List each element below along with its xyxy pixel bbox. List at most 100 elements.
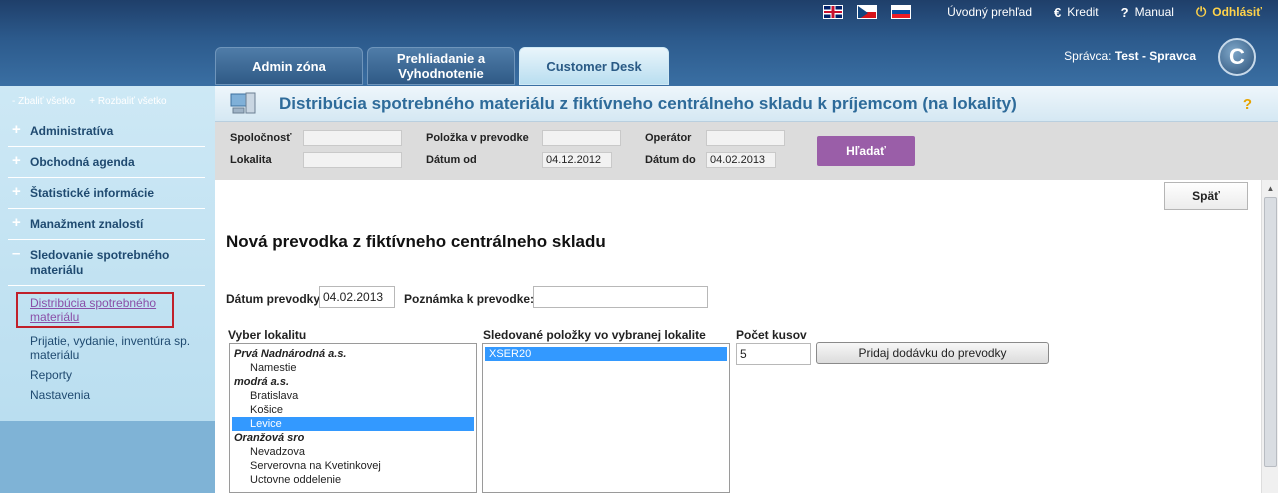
credit-link-label: Kredit <box>1067 5 1099 19</box>
admin-label: Správca: <box>1064 49 1112 63</box>
form-area: Späť Nová prevodka z fiktívneho centráln… <box>215 180 1261 493</box>
header: Úvodný prehľad € Kredit ? Manual ⏻ Odhlá… <box>0 0 1278 86</box>
company-field[interactable] <box>303 130 402 146</box>
location-field[interactable] <box>303 152 402 168</box>
note-label: Poznámka k prevodke: <box>404 292 535 306</box>
sidebar-subitems: Distribúcia spotrebného materiálu Prijat… <box>0 286 215 402</box>
tab-admin-zone[interactable]: Admin zóna <box>215 47 363 85</box>
search-button-label: Hľadať <box>846 144 886 158</box>
item-label: Položka v prevodke <box>426 132 529 144</box>
euro-icon: € <box>1054 4 1062 20</box>
tab-customer-desk-label: Customer Desk <box>546 58 642 74</box>
expand-collapse-row: - Zbaliť všetko + Rozbaliť všetko <box>0 86 215 116</box>
transfer-date-input[interactable]: 04.02.2013 <box>319 286 395 308</box>
list-item[interactable]: Bratislava <box>230 389 476 403</box>
logout-link[interactable]: ⏻ Odhlásiť <box>1196 4 1262 20</box>
sidebar-footer <box>0 421 215 493</box>
sidebar-item-administration[interactable]: + Administratíva <box>8 116 205 147</box>
date-from-field[interactable]: 04.12.2012 <box>542 152 612 168</box>
plus-icon: + <box>12 152 21 169</box>
choose-location-label: Vyber lokalitu <box>228 328 307 342</box>
manual-link-label: Manual <box>1134 5 1174 19</box>
overview-link[interactable]: Úvodný prehľad <box>947 5 1032 19</box>
sidebar-item-business[interactable]: + Obchodná agenda <box>8 147 205 178</box>
sidebar-item-statistics[interactable]: + Štatistické informácie <box>8 178 205 209</box>
sidebar-subitem-settings[interactable]: Nastavenia <box>30 388 215 402</box>
plus-icon: + <box>12 121 21 138</box>
admin-name: Test - Spravca <box>1114 49 1196 63</box>
logo-letter: C <box>1229 44 1245 69</box>
list-item[interactable]: Serverovna na Kvetinkovej <box>230 459 476 473</box>
date-to-field[interactable]: 04.02.2013 <box>706 152 776 168</box>
tab-admin-zone-label: Admin zóna <box>252 58 326 74</box>
list-item[interactable]: Prvá Nadnárodná a.s. <box>230 347 476 361</box>
tracked-items-list[interactable]: XSER20 <box>482 343 730 493</box>
list-item[interactable]: XSER20 <box>485 347 727 361</box>
sidebar-subitem-distribution[interactable]: Distribúcia spotrebného materiálu <box>16 292 174 328</box>
scrollbar-thumb[interactable] <box>1264 197 1277 467</box>
sidebar-subitem-receipt[interactable]: Prijatie, vydanie, inventúra sp. materiá… <box>30 334 200 362</box>
list-item[interactable]: Oranžová sro <box>230 431 476 445</box>
sidebar-item-label: Štatistické informácie <box>30 186 155 200</box>
sidebar-item-knowledge[interactable]: + Manažment znalostí <box>8 209 205 240</box>
tracked-items-label: Sledované položky vo vybranej lokalite <box>483 328 706 342</box>
logout-link-label: Odhlásiť <box>1212 5 1262 19</box>
admin-info: Správca: Test - Spravca <box>1064 49 1196 63</box>
note-input[interactable] <box>533 286 708 308</box>
add-delivery-button[interactable]: Pridaj dodávku do prevodky <box>816 342 1049 364</box>
top-bar: Úvodný prehľad € Kredit ? Manual ⏻ Odhlá… <box>823 2 1278 22</box>
sidebar-item-label: Obchodná agenda <box>30 155 135 169</box>
operator-field[interactable] <box>706 130 785 146</box>
vertical-scrollbar[interactable]: ▲ <box>1261 180 1278 493</box>
list-item[interactable]: Uctovne oddelenie <box>230 473 476 487</box>
list-item[interactable]: Levice <box>232 417 474 431</box>
minus-icon: – <box>12 245 21 262</box>
manual-link[interactable]: ? Manual <box>1121 5 1174 20</box>
section-title: Nová prevodka z fiktívneho centrálneho s… <box>226 232 606 251</box>
credit-link[interactable]: € Kredit <box>1054 5 1099 20</box>
plus-icon: + <box>12 183 21 200</box>
date-from-label: Dátum od <box>426 154 477 166</box>
item-field[interactable] <box>542 130 621 146</box>
date-to-label: Dátum do <box>645 154 696 166</box>
list-item[interactable]: Namestie <box>230 361 476 375</box>
add-delivery-button-label: Pridaj dodávku do prevodky <box>858 346 1007 360</box>
app-logo-icon: C <box>1218 38 1256 76</box>
operator-label: Operátor <box>645 132 692 144</box>
sidebar-item-label: Sledovanie spotrebného materiálu <box>30 248 170 277</box>
list-item[interactable]: modrá a.s. <box>230 375 476 389</box>
page-header: Distribúcia spotrebného materiálu z fikt… <box>215 86 1278 122</box>
company-label: Spoločnosť <box>230 132 292 144</box>
cz-flag-icon[interactable] <box>857 5 878 19</box>
tab-customer-desk[interactable]: Customer Desk <box>519 47 669 85</box>
search-button[interactable]: Hľadať <box>817 136 915 166</box>
expand-all-link[interactable]: + Rozbaliť všetko <box>89 96 166 107</box>
list-item[interactable]: Nevadzova <box>230 445 476 459</box>
question-icon: ? <box>1120 4 1129 20</box>
uk-flag-icon[interactable] <box>823 5 844 19</box>
sidebar-item-label: Administratíva <box>30 124 114 138</box>
main-tabs: Admin zóna Prehliadanie a Vyhodnotenie C… <box>215 47 673 85</box>
list-item[interactable]: Košice <box>230 403 476 417</box>
back-button-label: Späť <box>1192 189 1220 203</box>
help-icon[interactable]: ? <box>1243 96 1252 113</box>
count-label: Počet kusov <box>736 328 807 342</box>
tab-browse-evaluate[interactable]: Prehliadanie a Vyhodnotenie <box>367 47 515 85</box>
scroll-up-icon[interactable]: ▲ <box>1262 180 1278 196</box>
filter-panel: Spoločnosť Lokalita Položka v prevodke D… <box>215 122 1278 180</box>
transfer-date-label: Dátum prevodky: <box>226 292 325 306</box>
computer-icon <box>229 91 259 117</box>
location-label: Lokalita <box>230 154 272 166</box>
collapse-all-link[interactable]: - Zbaliť všetko <box>12 96 75 107</box>
sk-flag-icon[interactable] <box>891 5 912 19</box>
sidebar: - Zbaliť všetko + Rozbaliť všetko + Admi… <box>0 86 215 493</box>
sidebar-subitem-reports[interactable]: Reporty <box>30 368 215 382</box>
plus-icon: + <box>12 214 21 231</box>
main-content: Distribúcia spotrebného materiálu z fikt… <box>215 86 1278 493</box>
location-list[interactable]: Prvá Nadnárodná a.s. Namestie modrá a.s.… <box>229 343 477 493</box>
count-input[interactable]: 5 <box>736 343 811 365</box>
back-button[interactable]: Späť <box>1164 182 1248 210</box>
page-title: Distribúcia spotrebného materiálu z fikt… <box>279 93 1017 113</box>
sidebar-item-label: Manažment znalostí <box>30 217 144 231</box>
sidebar-item-consumables[interactable]: – Sledovanie spotrebného materiálu <box>8 240 205 286</box>
